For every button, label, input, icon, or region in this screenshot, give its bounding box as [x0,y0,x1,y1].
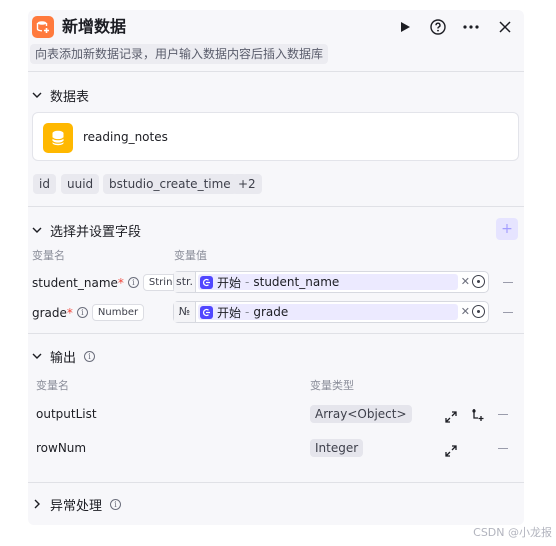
required-mark: * [66,305,73,320]
expand-icon[interactable] [445,408,457,423]
remove-field-icon[interactable] [503,312,513,313]
value-type-prefix[interactable]: № [174,302,196,322]
watermark: CSDN @小龙报 [473,526,552,539]
table-section-title: 数据表 [50,89,90,105]
column-chip: uuid [61,174,100,194]
remove-output-icon[interactable] [498,448,508,449]
table-section-header[interactable]: 数据表 [32,85,89,105]
output-section-header[interactable]: 输出 i [32,346,96,366]
run-button[interactable] [393,15,417,39]
column-chip: id [33,174,56,194]
database-icon [43,123,73,153]
exception-section-header[interactable]: 异常处理 i [32,494,122,514]
divider [28,206,524,207]
chevron-down-icon [32,351,42,361]
start-node-icon [200,275,213,289]
question-icon [430,19,446,35]
output-variable-name: outputList [36,407,97,421]
remove-output-icon[interactable] [498,414,508,415]
exception-section-title: 异常处理 [50,498,103,514]
close-icon [499,21,511,33]
field-value-input[interactable]: str. 开始 - student_name ✕ [173,271,489,293]
more-button[interactable] [459,15,483,39]
clear-icon[interactable]: ✕ [461,304,470,320]
add-data-node-icon [32,16,54,38]
node-panel: 新增数据 向表添加新数据记录，用户输入数据内容后插入数据库 数据表 readin… [28,10,524,525]
chevron-right-icon [32,499,42,509]
divider [28,71,524,72]
divider [28,333,524,334]
info-icon[interactable]: i [110,498,122,510]
more-dots-icon [463,25,479,29]
column-label-value: 变量值 [174,249,207,262]
add-field-button[interactable]: + [496,218,518,240]
column-label-type: 变量类型 [310,379,354,392]
variable-picker-icon[interactable] [472,305,485,318]
output-variable-name: rowNum [36,441,87,455]
required-mark: * [117,275,124,290]
field-name: student_name* [32,275,124,290]
field-value-input[interactable]: № 开始 - grade ✕ [173,301,489,323]
info-icon[interactable]: i [76,307,88,318]
variable-picker-icon[interactable] [472,275,485,288]
output-variable-type: Integer [310,439,364,457]
fields-section-header[interactable]: 选择并设置字段 [32,220,141,240]
field-row: grade* i Number [32,304,145,321]
info-icon[interactable]: i [127,277,139,288]
variable-reference: 开始 - grade [198,304,458,320]
selected-table-card[interactable]: reading_notes [32,112,519,161]
chevron-down-icon [32,90,42,100]
column-label-name: 变量名 [32,249,65,262]
variable-reference: 开始 - student_name [198,274,458,290]
value-type-prefix[interactable]: str. [174,272,196,292]
output-variable-type: Array<Object> [310,405,412,423]
chevron-down-icon [32,225,42,235]
type-tag: Number [91,304,145,321]
field-name: grade* [32,305,73,320]
more-columns-chip[interactable]: +2 [232,174,262,194]
start-node-icon [200,305,213,319]
node-title: 新增数据 [62,17,127,36]
info-icon[interactable]: i [84,350,96,362]
clear-icon[interactable]: ✕ [461,274,470,290]
fields-section-title: 选择并设置字段 [50,224,142,240]
remove-field-icon[interactable] [503,282,513,283]
help-button[interactable] [426,15,450,39]
play-icon [401,22,410,32]
table-name: reading_notes [83,130,168,144]
divider [28,482,524,483]
output-section-title: 输出 [50,350,77,366]
column-label-name: 变量名 [36,379,69,392]
column-chip: bstudio_create_time [103,174,237,194]
expand-icon[interactable] [445,442,457,457]
close-button[interactable] [493,15,517,39]
node-description: 向表添加新数据记录，用户输入数据内容后插入数据库 [30,44,329,64]
add-subfield-icon[interactable] [471,407,485,421]
field-row: student_name* i String [32,274,185,291]
